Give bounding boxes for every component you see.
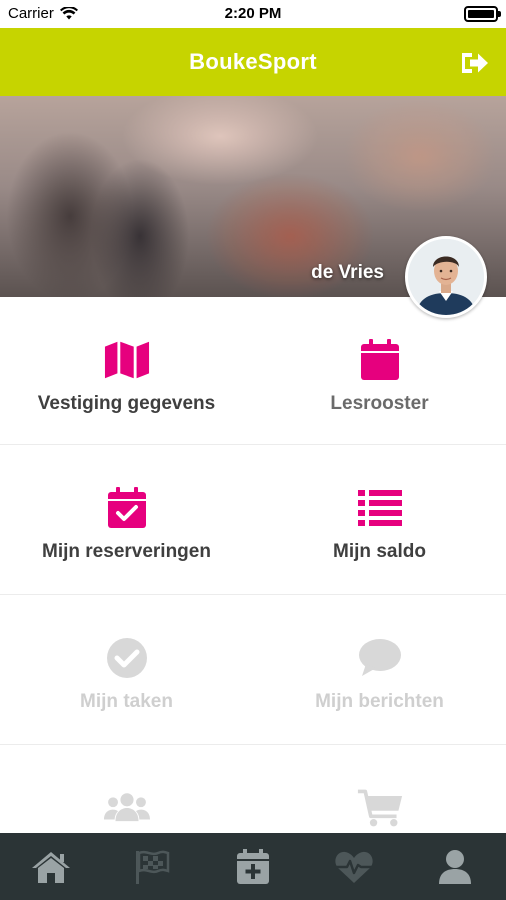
tab-home[interactable] [0,833,101,900]
menu-tile-mijn-taken[interactable]: Mijn taken [0,595,253,744]
menu-tile-vestiging-gegevens[interactable]: Vestiging gegevens [0,297,253,444]
chat-icon [357,637,403,679]
battery-icon [464,6,501,22]
menu-label: Mijn taken [80,691,173,712]
menu-tile-lesrooster[interactable]: Lesrooster [253,297,506,444]
menu-grid: Vestiging gegevens Lesrooster Mijn reser… [0,297,506,895]
menu-label: Mijn saldo [333,541,426,562]
user-icon [439,849,472,884]
status-time: 2:20 PM [224,5,282,22]
calendar-check-icon [104,487,150,529]
sign-out-icon[interactable] [460,50,490,76]
check-circle-icon [104,637,150,679]
heartbeat-icon [335,851,373,883]
users-icon [103,787,150,829]
tab-heartbeat[interactable] [304,833,405,900]
calendar-plus-icon [237,848,269,884]
menu-label: Mijn reserveringen [42,541,211,562]
flag-icon [135,850,170,884]
tab-profile[interactable] [405,833,506,900]
menu-label: Mijn berichten [315,691,444,712]
bottom-tab-bar [0,833,506,900]
home-icon [31,851,70,883]
cart-icon [357,787,403,829]
list-icon [357,487,403,529]
user-name: de Vries [311,262,384,283]
app-header: BoukeSport [0,28,506,96]
menu-row: Mijn taken Mijn berichten [0,595,506,745]
menu-row: Vestiging gegevens Lesrooster [0,297,506,445]
status-bar: Carrier 2:20 PM [0,0,506,28]
menu-label: Lesrooster [330,393,429,414]
menu-tile-mijn-berichten[interactable]: Mijn berichten [253,595,506,744]
tab-flag[interactable] [101,833,202,900]
calendar-icon [357,339,403,381]
app-title: BoukeSport [189,49,317,74]
map-icon [104,339,150,381]
menu-row: Mijn reserveringen Mijn saldo [0,445,506,595]
menu-label: Vestiging gegevens [37,393,216,414]
menu-tile-mijn-saldo[interactable]: Mijn saldo [253,445,506,594]
tab-calendar-plus[interactable] [202,833,303,900]
menu-tile-mijn-reserveringen[interactable]: Mijn reserveringen [0,445,253,594]
